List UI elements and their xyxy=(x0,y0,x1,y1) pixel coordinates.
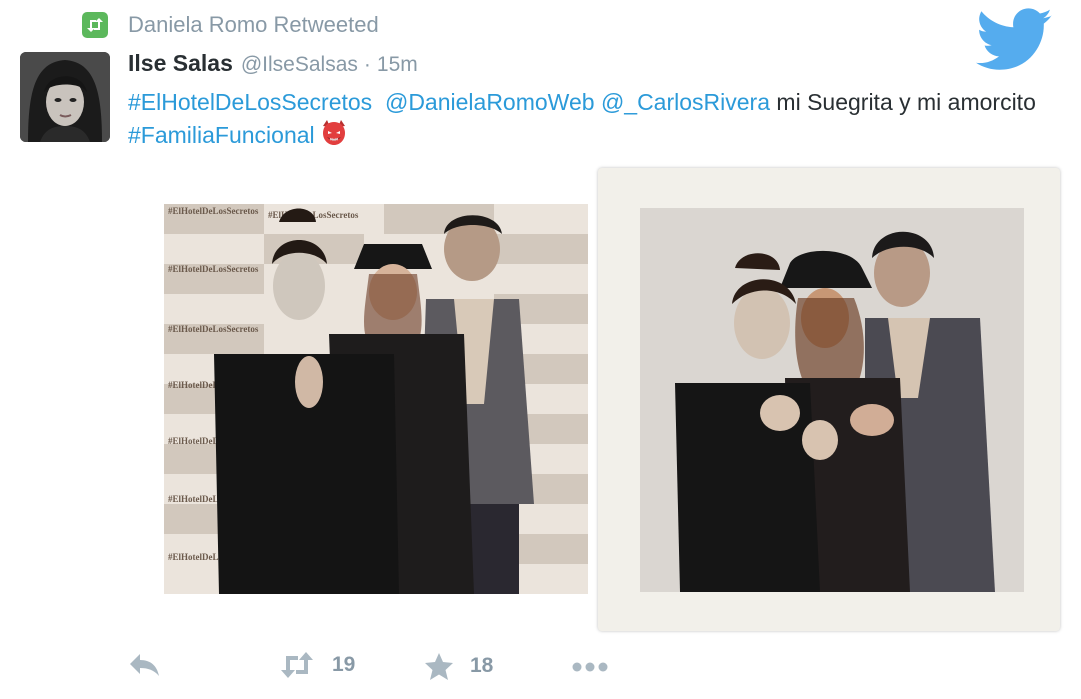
hashtag-link[interactable]: #ElHotelDeLosSecretos xyxy=(128,89,372,115)
twitter-bird-icon xyxy=(976,8,1053,70)
tweet-photo-1[interactable]: #ElHotelDeLosSecretos #ElHotelDeLosSecre… xyxy=(164,204,588,594)
hashtag-link-familiafuncional[interactable]: #FamiliaFuncional xyxy=(128,122,315,148)
tweet-photo-2[interactable] xyxy=(640,208,1024,592)
star-icon xyxy=(425,653,453,680)
favorite-count: 18 xyxy=(470,654,494,677)
tweet-body-text: mi Suegrita y mi amorcito xyxy=(770,89,1036,115)
devil-face-icon xyxy=(322,120,345,145)
tweet-header: Ilse Salas @IlseSalsas · 15m xyxy=(128,50,418,77)
retweet-button[interactable]: 19 xyxy=(278,652,355,678)
backdrop-text: #ElHotelDeLosSecretos xyxy=(168,264,259,274)
favorite-button[interactable]: 18 xyxy=(424,652,493,680)
retweeted-by-label[interactable]: Daniela Romo Retweeted xyxy=(128,12,379,38)
avatar[interactable] xyxy=(20,52,110,142)
more-icon xyxy=(572,662,608,672)
timestamp[interactable]: 15m xyxy=(377,53,418,77)
mention-link-danielaromoweb[interactable]: @DanielaRomoWeb xyxy=(385,89,595,115)
tweet-text: #ElHotelDeLosSecretos @DanielaRomoWeb @_… xyxy=(128,86,1048,151)
separator-dot: · xyxy=(363,53,371,76)
tweet-actions: 19 18 xyxy=(0,648,1081,688)
display-name[interactable]: Ilse Salas xyxy=(128,50,233,77)
retweet-count: 19 xyxy=(332,653,356,676)
retweet-icon xyxy=(82,12,108,38)
mention-link-carlosrivera[interactable]: @_CarlosRivera xyxy=(601,89,770,115)
backdrop-text: #ElHotelDeLosSecretos xyxy=(168,324,259,334)
screen-name[interactable]: @IlseSalsas xyxy=(241,53,358,77)
more-button[interactable] xyxy=(572,662,608,672)
reply-icon xyxy=(130,654,159,676)
retweet-icon xyxy=(281,652,313,678)
reply-button[interactable] xyxy=(128,652,162,678)
backdrop-text: #ElHotelDeLosSecretos xyxy=(168,206,259,216)
retweet-context: Daniela Romo Retweeted xyxy=(82,10,379,40)
